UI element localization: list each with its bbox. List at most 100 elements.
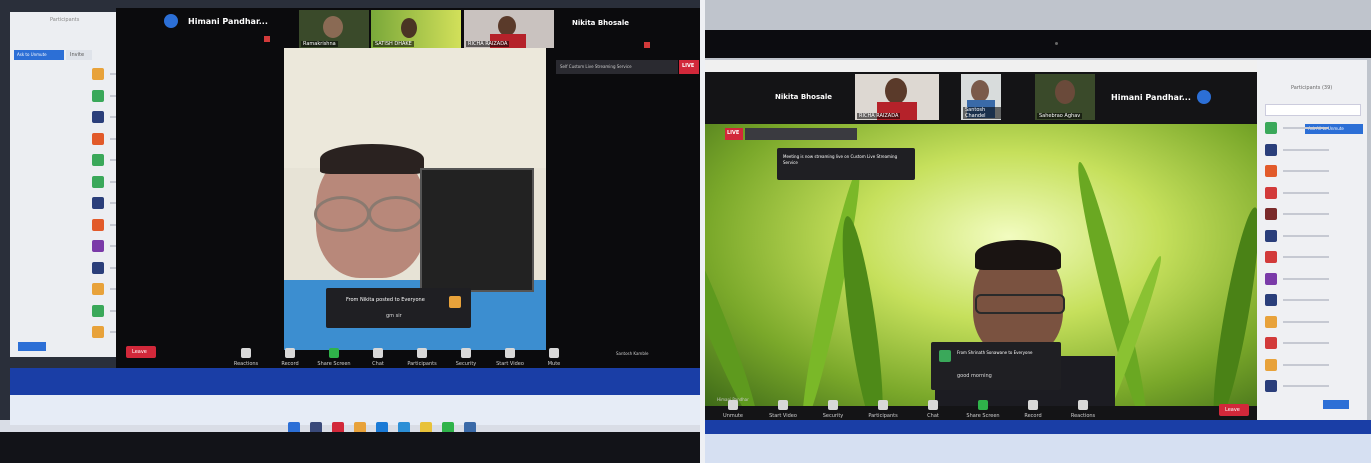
participant-name-placeholder bbox=[1283, 234, 1329, 237]
toolbar-label: Reactions bbox=[233, 361, 259, 367]
participant-name-placeholder bbox=[1283, 127, 1329, 129]
left-leave-button[interactable]: Leave bbox=[126, 346, 156, 358]
toolbar-chat-button[interactable]: Chat bbox=[358, 348, 398, 367]
toolbar-chat-button[interactable]: Chat bbox=[913, 400, 953, 419]
right-tile-4[interactable]: Sahebrao Aghav bbox=[1035, 74, 1095, 120]
participant-row[interactable] bbox=[1265, 143, 1355, 157]
participant-avatar bbox=[1265, 315, 1277, 328]
left-ask-unmute-button[interactable]: Ask to Unmute bbox=[14, 50, 64, 60]
left-panel-footer-button[interactable] bbox=[18, 342, 46, 351]
participant-row[interactable] bbox=[1265, 229, 1355, 243]
participant-avatar bbox=[1265, 165, 1277, 177]
toolbar-participants-button[interactable]: Participants bbox=[402, 348, 442, 367]
toolbar-mute-button[interactable]: Mute bbox=[534, 348, 574, 367]
participant-name-placeholder bbox=[1283, 363, 1329, 366]
participant-row[interactable] bbox=[1265, 122, 1355, 135]
right-leave-button[interactable]: Leave bbox=[1219, 404, 1249, 416]
participant-avatar bbox=[92, 261, 104, 274]
toolbar-start-video-button[interactable]: Start Video bbox=[490, 348, 530, 367]
share-screen-icon bbox=[329, 348, 339, 358]
toolbar-security-button[interactable]: Security bbox=[813, 400, 853, 419]
left-presenter-label: Santosh Kamble bbox=[616, 351, 649, 356]
record-icon bbox=[285, 348, 295, 358]
share-screen-icon bbox=[978, 400, 988, 410]
participant-avatar bbox=[1265, 380, 1277, 392]
participant-row[interactable] bbox=[1265, 337, 1355, 350]
participant-row[interactable] bbox=[1265, 165, 1355, 178]
toolbar-label: Mute bbox=[547, 361, 561, 367]
left-speaker-glasses bbox=[314, 196, 370, 232]
participant-row[interactable] bbox=[1265, 358, 1355, 372]
toolbar-share-screen-button[interactable]: Share Screen bbox=[314, 348, 354, 367]
right-panel-footer-button[interactable] bbox=[1323, 400, 1349, 409]
right-search-input[interactable] bbox=[1265, 104, 1361, 116]
left-mic-muted-icon bbox=[264, 36, 270, 42]
right-chat-popup[interactable]: From Shrinath Sonawane to Everyone good … bbox=[931, 342, 1061, 390]
right-tile-1-name: Nikita Bhosale bbox=[775, 93, 832, 101]
participant-avatar bbox=[92, 283, 104, 295]
left-tile-2[interactable]: SATISH DHAKE bbox=[371, 10, 461, 48]
participant-row[interactable] bbox=[1265, 315, 1355, 329]
left-monitor-stand bbox=[0, 432, 700, 463]
toolbar-reactions-button[interactable]: Reactions bbox=[226, 348, 266, 367]
toolbar-label: Record bbox=[1024, 413, 1042, 419]
toolbar-label: Share Screen bbox=[966, 413, 1000, 419]
toolbar-label: Chat bbox=[372, 361, 384, 367]
left-participants-panel: Participants Invite Ask to Unmute bbox=[10, 12, 156, 357]
right-live-badge: LIVE bbox=[725, 128, 743, 140]
toolbar-unmute-button[interactable]: Unmute bbox=[713, 400, 753, 419]
left-tile-4-name: Nikita Bhosale bbox=[572, 19, 629, 27]
toolbar-label: Unmute bbox=[723, 413, 743, 419]
right-monitor-top bbox=[705, 30, 1371, 58]
record-icon bbox=[1028, 400, 1038, 410]
participant-name-placeholder bbox=[1283, 213, 1329, 215]
participant-name-placeholder bbox=[1283, 385, 1329, 387]
shield-icon bbox=[461, 348, 471, 358]
toolbar-record-button[interactable]: Record bbox=[1013, 400, 1053, 419]
toolbar-label: Chat bbox=[927, 413, 939, 419]
toolbar-share-screen-button[interactable]: Share Screen bbox=[963, 400, 1003, 419]
participant-avatar bbox=[92, 175, 104, 188]
left-chat-avatar bbox=[449, 296, 461, 308]
right-participants-panel: Participants (39) Ask All to Unmute bbox=[1257, 60, 1367, 420]
left-window-inset bbox=[420, 168, 534, 292]
toolbar-label: Record bbox=[281, 361, 299, 367]
participant-avatar bbox=[92, 304, 104, 317]
right-tile-2[interactable]: RICHA RAIZADA bbox=[855, 74, 939, 120]
participant-row[interactable] bbox=[1265, 272, 1355, 286]
participant-row[interactable] bbox=[1265, 208, 1355, 221]
left-tile-1[interactable]: Ramakrishna bbox=[299, 10, 369, 48]
toolbar-start-video-button[interactable]: Start Video bbox=[763, 400, 803, 419]
left-live-banner: Self Custom Live Streaming Service bbox=[556, 60, 678, 74]
left-zoom-screen: Himani Pandhar... Ramakrishna SATISH DHA… bbox=[116, 8, 700, 368]
participant-avatar bbox=[92, 326, 104, 338]
toolbar-reactions-button[interactable]: Reactions bbox=[1063, 400, 1103, 419]
participant-row[interactable] bbox=[1265, 294, 1355, 307]
back-arrow-icon[interactable] bbox=[1197, 90, 1211, 104]
participant-avatar bbox=[1265, 294, 1277, 306]
participant-row[interactable] bbox=[1265, 251, 1355, 264]
toolbar-record-button[interactable]: Record bbox=[270, 348, 310, 367]
right-title-bar bbox=[705, 60, 1257, 72]
toolbar-participants-button[interactable]: Participants bbox=[863, 400, 903, 419]
left-tile-3[interactable]: RICHA RAIZADA bbox=[464, 10, 554, 48]
right-chat-from: From Shrinath Sonawane to Everyone bbox=[957, 350, 1033, 355]
toolbar-security-button[interactable]: Security bbox=[446, 348, 486, 367]
left-chat-popup[interactable]: From Nikita posted to Everyone gm sir bbox=[326, 288, 471, 328]
right-live-banner-bar bbox=[745, 128, 857, 140]
right-tile-3[interactable]: Santosh Chandel bbox=[961, 74, 1001, 120]
participant-avatar bbox=[92, 240, 104, 252]
participant-row[interactable] bbox=[1265, 380, 1355, 393]
right-chat-message: good morning bbox=[957, 373, 992, 379]
toolbar-label: Share Screen bbox=[317, 361, 351, 367]
participant-row[interactable] bbox=[1265, 186, 1355, 200]
participant-avatar bbox=[1265, 208, 1277, 220]
right-meeting-photo: Nikita Bhosale RICHA RAIZADA Santosh Cha… bbox=[705, 0, 1371, 463]
left-invite-tab[interactable]: Invite bbox=[66, 50, 92, 60]
shield-icon bbox=[828, 400, 838, 410]
camera-icon bbox=[1055, 42, 1058, 45]
back-arrow-icon[interactable] bbox=[164, 14, 178, 28]
toolbar-label: Reactions bbox=[1070, 413, 1096, 419]
toolbar-label: Start Video bbox=[496, 361, 524, 367]
chat-icon bbox=[373, 348, 383, 358]
